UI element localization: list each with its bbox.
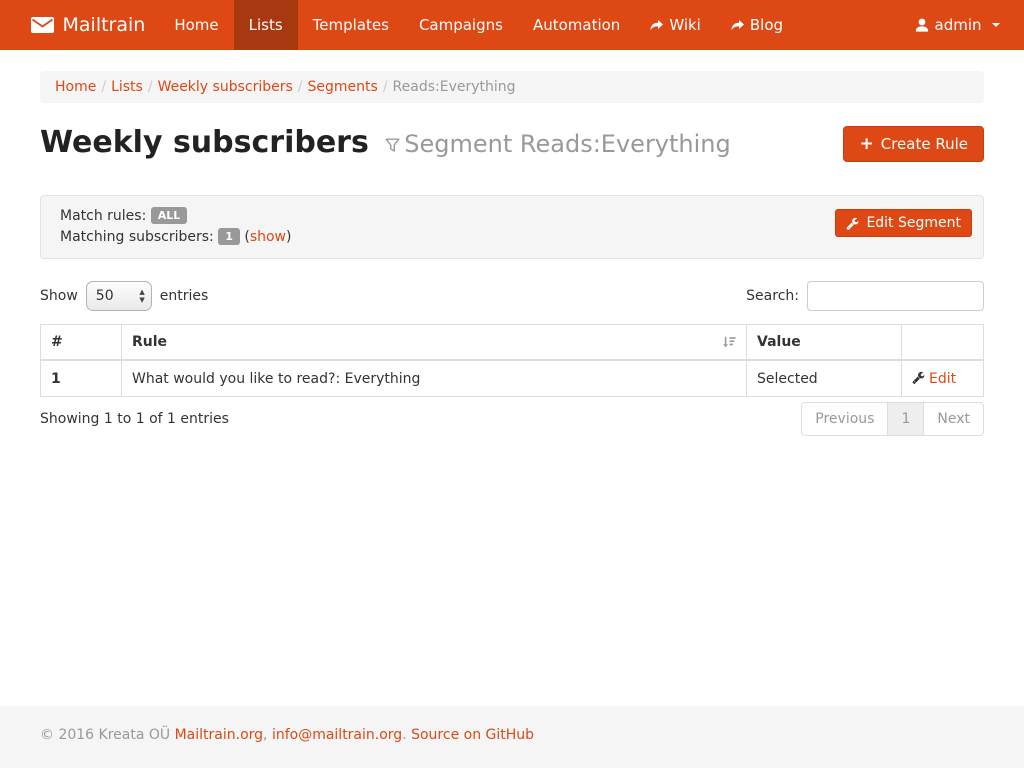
search-label: Search: (746, 288, 799, 304)
create-rule-label: Create Rule (881, 135, 968, 153)
user-menu[interactable]: admin (900, 16, 1015, 34)
wrench-icon (846, 217, 859, 230)
show-link[interactable]: show (250, 229, 286, 245)
row-num-cell: 1 (41, 360, 122, 397)
breadcrumb-separator: / (293, 79, 308, 95)
share-arrow-icon (650, 20, 663, 31)
nav-item-label: Blog (750, 16, 783, 34)
table-footer: Showing 1 to 1 of 1 entries Previous 1 N… (40, 402, 984, 436)
pagination-next[interactable]: Next (923, 402, 984, 436)
nav-item-wiki[interactable]: Wiki (635, 0, 716, 50)
entries-select[interactable]: 50 (86, 281, 152, 311)
matching-subscribers-line: Matching subscribers: 1 (show) (60, 227, 964, 248)
nav-item-label: Templates (313, 16, 389, 34)
show-label: Show (40, 288, 78, 304)
table-header-row: # Rule Value (41, 325, 984, 361)
pagination-previous[interactable]: Previous (801, 402, 888, 436)
edit-rule-link[interactable]: Edit (929, 371, 956, 387)
breadcrumb-separator: / (378, 79, 393, 95)
nav-item-label: Lists (249, 16, 283, 34)
table-row: 1 What would you like to read?: Everythi… (41, 360, 984, 397)
nav-item-label: Campaigns (419, 16, 503, 34)
header-value[interactable]: Value (747, 325, 902, 361)
header-value-label: Value (757, 334, 801, 350)
breadcrumb-current: Reads:Everything (393, 79, 516, 95)
plus-icon: + (859, 137, 873, 151)
match-rules-line: Match rules: ALL (60, 206, 964, 227)
edit-segment-button[interactable]: Edit Segment (835, 209, 972, 237)
header-rule-label: Rule (132, 334, 167, 350)
breadcrumb-segments[interactable]: Segments (308, 79, 378, 95)
nav-item-label: Wiki (669, 16, 701, 34)
page-title: Weekly subscribers Segment Reads:Everyth… (40, 123, 731, 164)
matching-subscribers-label: Matching subscribers: (60, 229, 214, 245)
nav-item-campaigns[interactable]: Campaigns (404, 0, 518, 50)
breadcrumb: Home/Lists/Weekly subscribers/Segments/R… (40, 71, 984, 103)
brand-link[interactable]: Mailtrain (10, 0, 160, 50)
pagination: Previous 1 Next (801, 402, 984, 436)
segment-summary-panel: Match rules: ALL Matching subscribers: 1… (40, 195, 984, 259)
caret-down-icon (992, 23, 1000, 27)
create-rule-button[interactable]: + Create Rule (843, 126, 984, 162)
pagination-page-1[interactable]: 1 (887, 402, 924, 436)
sort-amount-icon (722, 335, 736, 349)
header-rule[interactable]: Rule (122, 325, 747, 361)
footer: © 2016 Kreata OÜ Mailtrain.org, info@mai… (0, 706, 1024, 768)
breadcrumb-home[interactable]: Home (55, 79, 96, 95)
table-info: Showing 1 to 1 of 1 entries (40, 411, 229, 427)
navbar: Mailtrain Home Lists Templates Campaigns… (0, 0, 1024, 50)
table-controls: Show 50 ▲▼ entries Search: (40, 281, 984, 311)
breadcrumb-separator: / (143, 79, 158, 95)
footer-github-link[interactable]: Source on GitHub (411, 727, 534, 743)
funnel-icon (385, 138, 400, 153)
nav-item-label: Automation (533, 16, 620, 34)
breadcrumb-weekly-subscribers[interactable]: Weekly subscribers (158, 79, 293, 95)
footer-separator: . (402, 727, 406, 743)
paren: ) (286, 229, 291, 245)
share-arrow-icon (731, 20, 744, 31)
page-title-text: Weekly subscribers (40, 125, 369, 160)
nav-item-templates[interactable]: Templates (298, 0, 404, 50)
header-num[interactable]: # (41, 325, 122, 361)
header-num-label: # (51, 334, 63, 350)
entries-label: entries (160, 288, 209, 304)
brand-label: Mailtrain (63, 14, 146, 36)
row-rule-cell: What would you like to read?: Everything (122, 360, 747, 397)
user-name: admin (935, 16, 982, 34)
nav-item-lists[interactable]: Lists (234, 0, 298, 50)
match-rules-label: Match rules: (60, 208, 146, 224)
match-rules-badge: ALL (151, 207, 188, 224)
nav-item-label: Home (174, 16, 218, 34)
nav-item-home[interactable]: Home (159, 0, 233, 50)
rules-table: # Rule Value 1 What would you like to re… (40, 324, 984, 397)
breadcrumb-separator: / (96, 79, 111, 95)
page-header: Weekly subscribers Segment Reads:Everyth… (40, 123, 984, 164)
envelope-icon (31, 17, 54, 33)
wrench-icon (912, 371, 925, 384)
matching-subscribers-badge: 1 (218, 228, 240, 245)
footer-mailtrain-link[interactable]: Mailtrain.org (175, 727, 263, 743)
footer-separator: , (263, 727, 267, 743)
edit-segment-label: Edit Segment (866, 215, 961, 231)
footer-copyright: © 2016 Kreata OÜ (40, 727, 170, 743)
row-value-cell: Selected (747, 360, 902, 397)
user-icon (915, 18, 929, 32)
row-action-cell: Edit (902, 360, 984, 397)
nav-item-automation[interactable]: Automation (518, 0, 635, 50)
page-subtitle: Segment Reads:Everything (385, 130, 730, 158)
breadcrumb-lists[interactable]: Lists (111, 79, 143, 95)
nav-item-blog[interactable]: Blog (716, 0, 798, 50)
footer-email-link[interactable]: info@mailtrain.org (272, 727, 402, 743)
search-input[interactable] (807, 281, 984, 311)
header-action (902, 325, 984, 361)
page-subtitle-text: Segment Reads:Everything (404, 130, 730, 158)
